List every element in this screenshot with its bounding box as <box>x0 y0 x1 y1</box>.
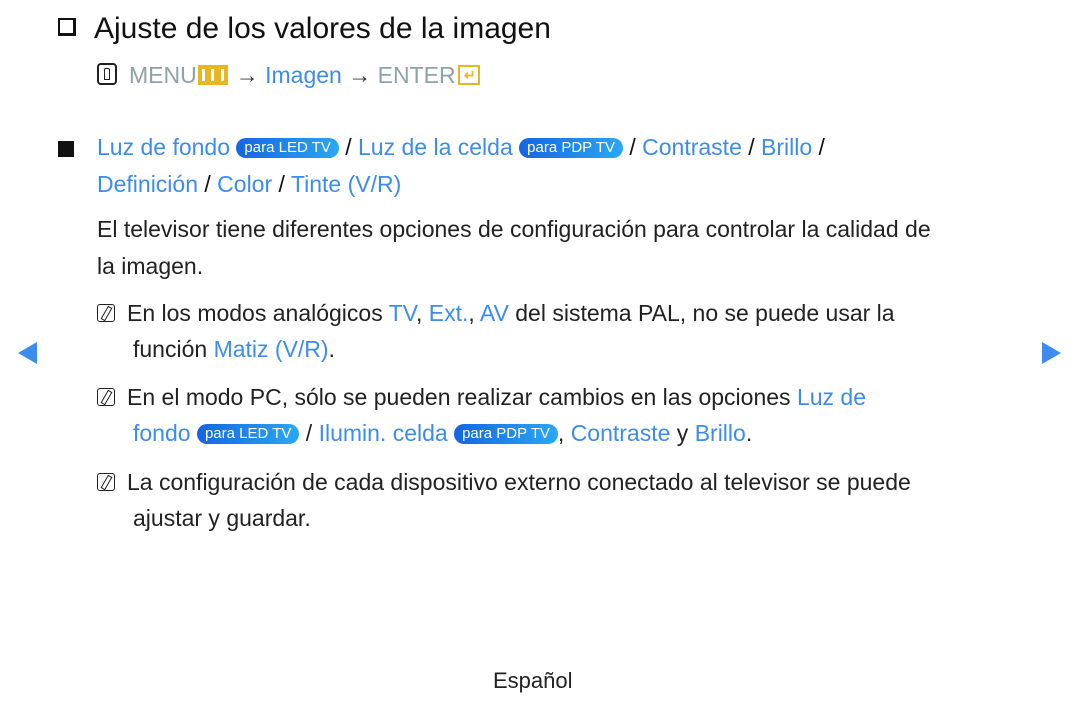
previous-page-arrow-icon[interactable] <box>18 342 37 364</box>
checkbox-icon <box>58 18 76 36</box>
separator: / <box>299 420 319 446</box>
note-3-line-2: ajustar y guardar. <box>133 505 311 531</box>
note-text: En los modos analógicos <box>127 300 389 326</box>
note-2-line-1: En el modo PC, sólo se pueden realizar c… <box>97 384 866 411</box>
note-icon <box>97 388 115 406</box>
note-text: función <box>133 336 214 362</box>
note-icon <box>97 304 115 322</box>
description-line-1: El televisor tiene diferentes opciones d… <box>97 216 931 242</box>
options-line-1: Luz de fondo para LED TV / Luz de la cel… <box>97 134 825 161</box>
enter-label: ENTER <box>377 62 456 88</box>
separator: / <box>345 134 352 160</box>
luz-de-fondo-link[interactable]: Luz de fondo <box>97 134 230 160</box>
language-footer: Español <box>493 668 573 693</box>
contraste-link[interactable]: Contraste <box>571 420 671 446</box>
tv-link[interactable]: TV <box>389 300 416 326</box>
note-text: . <box>328 336 335 362</box>
color-link[interactable]: Color <box>217 171 272 197</box>
next-page-arrow-icon[interactable] <box>1042 342 1061 364</box>
ilumin-celda-link[interactable]: Ilumin. celda <box>319 420 448 446</box>
definicion-link[interactable]: Definición <box>97 171 198 197</box>
menu-icon <box>197 65 228 85</box>
note-1-line-2: función Matiz (V/R). <box>133 336 335 363</box>
arrow: → <box>348 62 372 88</box>
contraste-link[interactable]: Contraste <box>642 134 742 160</box>
hand-pointer-icon <box>97 63 117 85</box>
separator: / <box>629 134 636 160</box>
options-line-2: Definición / Color / Tinte (V/R) <box>97 171 401 198</box>
luz-de-la-celda-link[interactable]: Luz de la celda <box>358 134 513 160</box>
note-2-line-2: fondo para LED TV / Ilumin. celda para P… <box>133 420 752 447</box>
fondo-link[interactable]: fondo <box>133 420 191 446</box>
note-text: En el modo PC, sólo se pueden realizar c… <box>127 384 797 410</box>
tinte-link[interactable]: Tinte (V/R) <box>291 171 401 197</box>
separator: / <box>818 134 825 160</box>
brillo-link[interactable]: Brillo <box>761 134 812 160</box>
led-tv-badge: para LED TV <box>236 138 339 158</box>
note-text: , <box>557 420 571 446</box>
separator: / <box>204 171 211 197</box>
bullet-square-icon <box>58 141 74 157</box>
led-tv-badge: para LED TV <box>196 424 300 444</box>
note-text: , <box>468 300 480 326</box>
menu-path: MENU → Imagen → ENTER ↵ <box>97 62 480 89</box>
note-text: del sistema PAL, no se puede usar la <box>508 300 895 326</box>
separator: / <box>748 134 755 160</box>
note-text: y <box>670 420 695 446</box>
description-line-2: la imagen. <box>97 253 204 279</box>
title-text: Ajuste de los valores de la imagen <box>94 12 551 45</box>
note-text: La configuración de cada dispositivo ext… <box>127 469 911 495</box>
ext-link[interactable]: Ext. <box>429 300 469 326</box>
arrow: → <box>235 62 259 88</box>
enter-icon: ↵ <box>457 65 480 85</box>
brillo-link[interactable]: Brillo <box>695 420 746 446</box>
pdp-tv-badge: para PDP TV <box>519 138 623 158</box>
separator: / <box>278 171 285 197</box>
menu-label: MENU <box>129 62 197 88</box>
note-text: , <box>415 300 429 326</box>
note-icon <box>97 473 115 491</box>
luz-de-link[interactable]: Luz de <box>797 384 866 410</box>
note-text: . <box>745 420 753 446</box>
imagen-link[interactable]: Imagen <box>265 62 342 88</box>
matiz-link[interactable]: Matiz (V/R) <box>214 336 329 362</box>
enter-glyph: ↵ <box>463 67 476 83</box>
note-3-line-1: La configuración de cada dispositivo ext… <box>97 469 911 496</box>
av-link[interactable]: AV <box>480 300 509 326</box>
page-title: Ajuste de los valores de la imagen <box>58 12 551 46</box>
note-1-line-1: En los modos analógicos TV, Ext., AV del… <box>97 300 895 327</box>
pdp-tv-badge: para PDP TV <box>454 424 558 444</box>
